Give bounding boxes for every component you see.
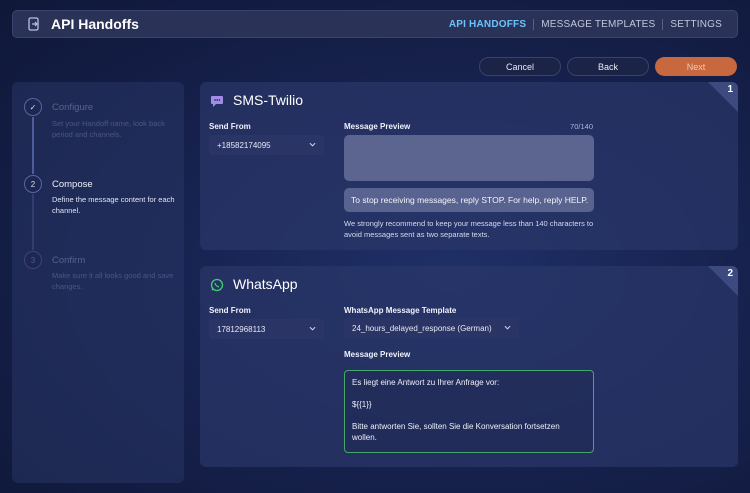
- sms-preview-input[interactable]: [344, 135, 594, 181]
- handoff-app-icon: [28, 17, 39, 31]
- top-nav: API HANDOFFS MESSAGE TEMPLATES SETTINGS: [442, 18, 729, 30]
- sms-character-counter: 70/140: [570, 122, 593, 131]
- chevron-down-icon: [309, 326, 316, 331]
- whatsapp-preview-box: Es liegt eine Antwort zu Ihrer Anfrage v…: [344, 370, 594, 453]
- sms-length-hint: We strongly recommend to keep your messa…: [344, 219, 594, 239]
- nav-api-handoffs[interactable]: API HANDOFFS: [442, 19, 533, 30]
- next-button[interactable]: Next: [655, 57, 737, 76]
- whatsapp-card-title: WhatsApp: [233, 276, 298, 292]
- step-connector: [32, 117, 34, 174]
- card-corner: [708, 82, 738, 112]
- sms-send-from-select[interactable]: +18582174095: [209, 135, 324, 155]
- step-configure-desc: Set your Handoff name, look back period …: [52, 119, 165, 139]
- chevron-down-icon: [504, 325, 511, 330]
- back-button[interactable]: Back: [567, 57, 649, 76]
- whatsapp-send-from-select[interactable]: 17812968113: [209, 319, 324, 339]
- step-compose-title[interactable]: Compose: [52, 179, 93, 190]
- step-confirm-title[interactable]: Confirm: [52, 255, 85, 266]
- step-confirm-desc: Make sure it all looks good and save cha…: [52, 271, 174, 291]
- sms-chat-icon: [211, 96, 223, 107]
- card-number: 1: [727, 84, 733, 95]
- step-configure-title[interactable]: Configure: [52, 102, 93, 113]
- chevron-down-icon: [309, 142, 316, 147]
- stepper-panel: ✓ Configure Set your Handoff name, look …: [12, 82, 184, 483]
- whatsapp-template-value: 24_hours_delayed_response (German): [352, 323, 492, 333]
- card-number: 2: [727, 268, 733, 279]
- whatsapp-preview-line: Es liegt eine Antwort zu Ihrer Anfrage v…: [352, 378, 500, 387]
- step-complete-check-icon: ✓: [24, 98, 42, 116]
- whatsapp-template-select[interactable]: 24_hours_delayed_response (German): [344, 318, 519, 338]
- sms-message-preview-label: Message Preview: [344, 122, 411, 131]
- step-connector: [32, 194, 34, 250]
- whatsapp-icon: [210, 278, 224, 292]
- top-bar: API Handoffs API HANDOFFS MESSAGE TEMPLA…: [12, 10, 738, 38]
- whatsapp-message-preview-label: Message Preview: [344, 350, 411, 359]
- step-confirm-number: 3: [24, 251, 42, 269]
- sms-twilio-card: 1 SMS-Twilio Send From +18582174095 Mess…: [200, 82, 738, 250]
- sms-card-title: SMS-Twilio: [233, 92, 304, 108]
- whatsapp-preview-line: Bitte antworten Sie, sollten Sie die Kon…: [352, 422, 560, 442]
- whatsapp-send-from-value: 17812968113: [217, 324, 266, 334]
- whatsapp-template-label: WhatsApp Message Template: [344, 306, 457, 315]
- nav-settings[interactable]: SETTINGS: [663, 19, 729, 30]
- sms-preview-message: To stop receiving messages, reply STOP. …: [344, 188, 594, 212]
- card-corner: [708, 266, 738, 296]
- whatsapp-card: 2 WhatsApp Send From 17812968113 WhatsAp…: [200, 266, 738, 467]
- step-compose-number: 2: [24, 175, 42, 193]
- cancel-button[interactable]: Cancel: [479, 57, 561, 76]
- whatsapp-preview-line: ${{1}}: [352, 400, 372, 409]
- sms-send-from-value: +18582174095: [217, 140, 271, 150]
- sms-send-from-label: Send From: [209, 122, 251, 131]
- whatsapp-send-from-label: Send From: [209, 306, 251, 315]
- nav-message-templates[interactable]: MESSAGE TEMPLATES: [534, 19, 662, 30]
- step-compose-desc: Define the message content for each chan…: [52, 195, 175, 215]
- page-title: API Handoffs: [51, 16, 139, 32]
